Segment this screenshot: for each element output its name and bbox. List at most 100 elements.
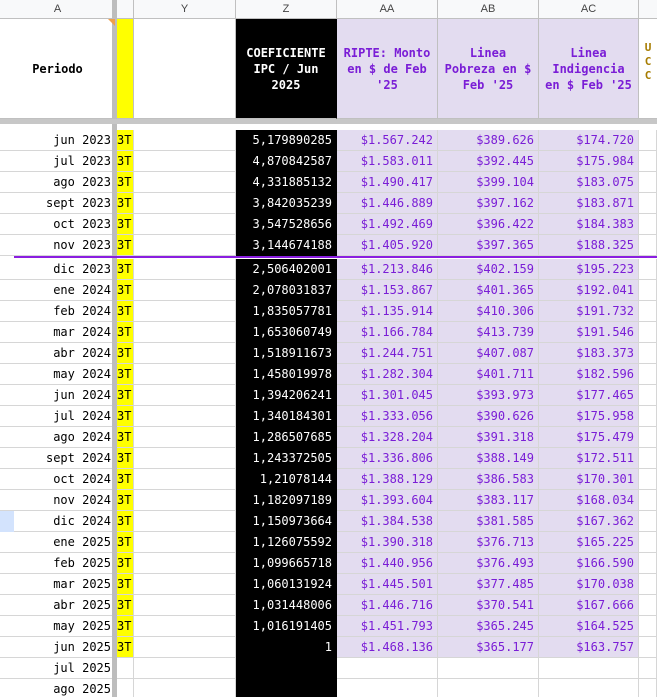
cell-coeficiente[interactable]: 4,331885132 xyxy=(236,172,337,193)
cell-ripte[interactable] xyxy=(337,679,438,697)
cell-ad[interactable] xyxy=(639,574,657,595)
cell-periodo[interactable]: ene 2025 xyxy=(0,532,116,553)
cell-ripte[interactable]: $1.336.806 xyxy=(337,448,438,469)
cell-ripte[interactable]: $1.301.045 xyxy=(337,385,438,406)
cell-ripte[interactable]: $1.492.469 xyxy=(337,214,438,235)
header-coeficiente[interactable]: COEFICIENTE IPC / Jun 2025 xyxy=(236,19,337,119)
cell-periodo[interactable]: feb 2024 xyxy=(0,301,116,322)
cell-periodo[interactable]: mar 2024 xyxy=(0,322,116,343)
cell-periodo[interactable]: nov 2024 xyxy=(0,490,116,511)
cell-yellow[interactable]: 3T xyxy=(116,172,134,193)
cell-coeficiente[interactable]: 3,144674188 xyxy=(236,235,337,256)
cell-indigencia[interactable]: $175.984 xyxy=(539,151,639,172)
cell-y[interactable] xyxy=(134,343,236,364)
cell-coeficiente[interactable]: 1,060131924 xyxy=(236,574,337,595)
cell-indigencia[interactable]: $183.075 xyxy=(539,172,639,193)
cell-coeficiente[interactable]: 1,394206241 xyxy=(236,385,337,406)
cell-yellow[interactable]: 3T xyxy=(116,427,134,448)
cell-y[interactable] xyxy=(134,322,236,343)
cell-pobreza[interactable]: $397.162 xyxy=(438,193,539,214)
cell-ripte[interactable]: $1.333.056 xyxy=(337,406,438,427)
cell-periodo[interactable]: sept 2023 xyxy=(0,193,116,214)
cell-ripte[interactable]: $1.446.889 xyxy=(337,193,438,214)
cell-pobreza[interactable]: $376.713 xyxy=(438,532,539,553)
cell-coeficiente[interactable]: 1,182097189 xyxy=(236,490,337,511)
cell-y[interactable] xyxy=(134,364,236,385)
cell-ripte[interactable]: $1.393.604 xyxy=(337,490,438,511)
cell-ad[interactable] xyxy=(639,130,657,151)
cell-y[interactable] xyxy=(134,679,236,697)
cell-yellow[interactable]: 3T xyxy=(116,130,134,151)
cell-indigencia[interactable]: $175.958 xyxy=(539,406,639,427)
cell-periodo[interactable]: ene 2024 xyxy=(0,280,116,301)
cell-y[interactable] xyxy=(134,172,236,193)
cell-periodo[interactable]: dic 2023 xyxy=(0,259,116,280)
cell-ripte[interactable]: $1.583.011 xyxy=(337,151,438,172)
cell-ad[interactable] xyxy=(639,235,657,256)
cell-coeficiente[interactable]: 3,547528656 xyxy=(236,214,337,235)
cell-ripte[interactable]: $1.388.129 xyxy=(337,469,438,490)
cell-y[interactable] xyxy=(134,385,236,406)
cell-ad[interactable] xyxy=(639,511,657,532)
frozen-columns-divider[interactable] xyxy=(112,0,117,697)
cell-periodo[interactable]: feb 2025 xyxy=(0,553,116,574)
cell-indigencia[interactable]: $182.596 xyxy=(539,364,639,385)
cell-ripte[interactable]: $1.213.846 xyxy=(337,259,438,280)
row-selection-marker[interactable] xyxy=(0,511,14,532)
cell-periodo[interactable]: oct 2023 xyxy=(0,214,116,235)
cell-indigencia[interactable]: $167.362 xyxy=(539,511,639,532)
cell-pobreza[interactable]: $397.365 xyxy=(438,235,539,256)
cell-yellow[interactable]: 3T xyxy=(116,259,134,280)
cell-coeficiente[interactable]: 1,031448006 xyxy=(236,595,337,616)
cell-y[interactable] xyxy=(134,616,236,637)
cell-ripte[interactable]: $1.135.914 xyxy=(337,301,438,322)
header-ripte[interactable]: RIPTE: Monto en $ de Feb '25 xyxy=(337,19,438,119)
cell-coeficiente[interactable]: 1,286507685 xyxy=(236,427,337,448)
cell-periodo[interactable]: ago 2025 xyxy=(0,679,116,697)
cell-pobreza[interactable]: $393.973 xyxy=(438,385,539,406)
cell-pobreza[interactable]: $377.485 xyxy=(438,574,539,595)
cell-ad[interactable] xyxy=(639,280,657,301)
cell-pobreza[interactable]: $365.177 xyxy=(438,637,539,658)
cell-periodo[interactable]: sept 2024 xyxy=(0,448,116,469)
cell-pobreza[interactable]: $396.422 xyxy=(438,214,539,235)
cell-coeficiente[interactable]: 1,21078144 xyxy=(236,469,337,490)
column-header-x[interactable] xyxy=(116,0,134,18)
cell-y[interactable] xyxy=(134,532,236,553)
cell-indigencia[interactable]: $170.301 xyxy=(539,469,639,490)
cell-y[interactable] xyxy=(134,151,236,172)
cell-ad[interactable] xyxy=(639,301,657,322)
cell-ripte[interactable]: $1.440.956 xyxy=(337,553,438,574)
cell-y[interactable] xyxy=(134,235,236,256)
cell-yellow[interactable]: 3T xyxy=(116,553,134,574)
cell-yellow[interactable]: 3T xyxy=(116,301,134,322)
cell-coeficiente[interactable]: 2,506402001 xyxy=(236,259,337,280)
cell-pobreza[interactable]: $402.159 xyxy=(438,259,539,280)
cell-ad[interactable] xyxy=(639,427,657,448)
cell-periodo[interactable]: may 2025 xyxy=(0,616,116,637)
cell-ad[interactable] xyxy=(639,364,657,385)
cell-yellow[interactable]: 3T xyxy=(116,532,134,553)
cell-yellow[interactable]: 3T xyxy=(116,364,134,385)
cell-indigencia[interactable]: $177.465 xyxy=(539,385,639,406)
cell-periodo[interactable]: nov 2023 xyxy=(0,235,116,256)
cell-pobreza[interactable]: $383.117 xyxy=(438,490,539,511)
cell-periodo[interactable]: jul 2023 xyxy=(0,151,116,172)
cell-yellow[interactable]: 3T xyxy=(116,343,134,364)
cell-y[interactable] xyxy=(134,130,236,151)
header-yellow-cell[interactable] xyxy=(116,19,134,119)
cell-yellow[interactable]: 3T xyxy=(116,637,134,658)
cell-indigencia[interactable]: $175.479 xyxy=(539,427,639,448)
cell-ad[interactable] xyxy=(639,616,657,637)
cell-yellow[interactable]: 3T xyxy=(116,214,134,235)
cell-coeficiente[interactable]: 1,150973664 xyxy=(236,511,337,532)
cell-pobreza[interactable]: $386.583 xyxy=(438,469,539,490)
cell-yellow[interactable]: 3T xyxy=(116,385,134,406)
cell-pobreza[interactable] xyxy=(438,658,539,679)
column-header-ac[interactable]: AC xyxy=(539,0,639,18)
cell-coeficiente[interactable]: 1,099665718 xyxy=(236,553,337,574)
cell-y[interactable] xyxy=(134,427,236,448)
cell-ripte[interactable]: $1.405.920 xyxy=(337,235,438,256)
cell-y[interactable] xyxy=(134,406,236,427)
cell-periodo[interactable]: dic 2024 xyxy=(0,511,116,532)
